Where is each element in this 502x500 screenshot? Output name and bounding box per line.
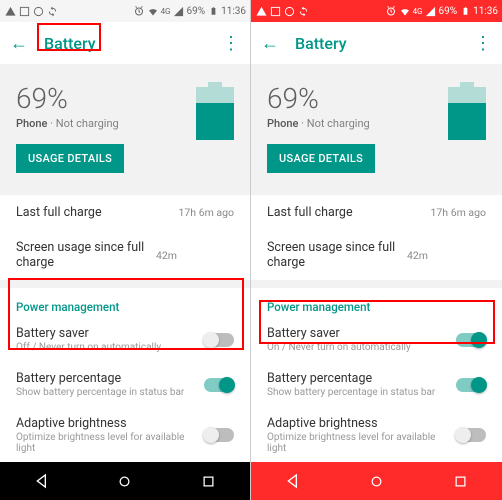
toggle-switch[interactable] bbox=[456, 378, 486, 392]
phone-left: 4G 69% 11:36 ← Battery ⋮ 69% Phone · Not… bbox=[0, 0, 251, 500]
network-label: 4G bbox=[413, 7, 423, 16]
app-bar: ← Battery ⋮ bbox=[0, 22, 250, 64]
toggle-switch[interactable] bbox=[204, 378, 234, 392]
battery-pct: 69% bbox=[439, 6, 458, 17]
battery-pct: 69% bbox=[187, 6, 206, 17]
page-title: Battery bbox=[295, 34, 458, 53]
back-icon[interactable]: ← bbox=[10, 33, 28, 54]
clock: 11:36 bbox=[221, 6, 246, 17]
battery-hero: 69% Phone · Not charging USAGE DETAILS bbox=[251, 64, 502, 187]
screen-usage-row[interactable]: Screen usage since full charge 42m bbox=[251, 230, 502, 280]
section-header: Power management bbox=[251, 288, 502, 318]
section-header: Power management bbox=[0, 288, 250, 318]
back-icon[interactable]: ← bbox=[261, 33, 279, 54]
warning-icon bbox=[4, 5, 16, 17]
nav-bar bbox=[251, 462, 502, 500]
content: 69% Phone · Not charging USAGE DETAILS L… bbox=[251, 64, 502, 462]
circle-a-icon bbox=[32, 5, 44, 17]
app-bar: ← Battery ⋮ bbox=[251, 22, 502, 64]
last-charge-row[interactable]: Last full charge 17h 6m ago bbox=[0, 195, 250, 230]
toggle-switch[interactable] bbox=[204, 428, 234, 442]
sync-icon bbox=[46, 5, 58, 17]
charge-state: Phone · Not charging bbox=[16, 117, 186, 130]
circle-a-icon bbox=[283, 5, 295, 17]
nav-home-icon[interactable] bbox=[367, 472, 385, 490]
toggle-switch[interactable] bbox=[456, 428, 486, 442]
overflow-icon[interactable]: ⋮ bbox=[474, 33, 492, 54]
network-label: 4G bbox=[161, 7, 171, 16]
battery-hero: 69% Phone · Not charging USAGE DETAILS bbox=[0, 64, 250, 187]
last-charge-row[interactable]: Last full charge 17h 6m ago bbox=[251, 195, 502, 230]
status-bar: 4G 69% 11:36 bbox=[0, 0, 250, 22]
image-icon bbox=[269, 5, 281, 17]
wifi-icon bbox=[399, 5, 411, 17]
page-title: Battery bbox=[44, 34, 206, 53]
alarm-icon bbox=[385, 5, 397, 17]
alarm-icon bbox=[133, 5, 145, 17]
power-management-section: Power management Battery saverOff / Neve… bbox=[0, 288, 250, 462]
battery-icon bbox=[207, 5, 219, 17]
nav-recent-icon[interactable] bbox=[199, 472, 217, 490]
screen-usage-row[interactable]: Screen usage since full charge 42m bbox=[0, 230, 250, 280]
battery-icon bbox=[459, 5, 471, 17]
battery-percentage-row[interactable]: Battery percentageShow battery percentag… bbox=[0, 363, 250, 408]
content: 69% Phone · Not charging USAGE DETAILS L… bbox=[0, 64, 250, 462]
stats-section: Last full charge 17h 6m ago Screen usage… bbox=[251, 195, 502, 280]
power-management-section: Power management Battery saverOn / Never… bbox=[251, 288, 502, 462]
battery-saver-row[interactable]: Battery saverOn / Never turn on automati… bbox=[251, 318, 502, 363]
overflow-icon[interactable]: ⋮ bbox=[222, 33, 240, 54]
nav-home-icon[interactable] bbox=[116, 472, 134, 490]
adaptive-brightness-row[interactable]: Adaptive brightnessOptimize brightness l… bbox=[0, 408, 250, 462]
nav-recent-icon[interactable] bbox=[451, 472, 469, 490]
battery-percent: 69% bbox=[267, 82, 438, 115]
battery-graphic bbox=[196, 82, 234, 140]
status-bar: 4G 69% 11:36 bbox=[251, 0, 502, 22]
phone-right: 4G 69% 11:36 ← Battery ⋮ 69% Phone · Not… bbox=[251, 0, 502, 500]
usage-details-button[interactable]: USAGE DETAILS bbox=[16, 144, 124, 173]
battery-saver-row[interactable]: Battery saverOff / Never turn on automat… bbox=[0, 318, 250, 363]
nav-back-icon[interactable] bbox=[284, 472, 302, 490]
toggle-switch[interactable] bbox=[456, 333, 486, 347]
nav-bar bbox=[0, 462, 250, 500]
charge-state: Phone · Not charging bbox=[267, 117, 438, 130]
usage-details-button[interactable]: USAGE DETAILS bbox=[267, 144, 375, 173]
adaptive-brightness-row[interactable]: Adaptive brightnessOptimize brightness l… bbox=[251, 408, 502, 462]
battery-graphic bbox=[448, 82, 486, 140]
nav-back-icon[interactable] bbox=[33, 472, 51, 490]
image-icon bbox=[18, 5, 30, 17]
battery-percentage-row[interactable]: Battery percentageShow battery percentag… bbox=[251, 363, 502, 408]
sync-icon bbox=[297, 5, 309, 17]
toggle-switch[interactable] bbox=[204, 333, 234, 347]
stats-section: Last full charge 17h 6m ago Screen usage… bbox=[0, 195, 250, 280]
signal-icon bbox=[173, 5, 185, 17]
clock: 11:36 bbox=[473, 6, 498, 17]
warning-icon bbox=[255, 5, 267, 17]
wifi-icon bbox=[147, 5, 159, 17]
signal-icon bbox=[425, 5, 437, 17]
battery-percent: 69% bbox=[16, 82, 186, 115]
